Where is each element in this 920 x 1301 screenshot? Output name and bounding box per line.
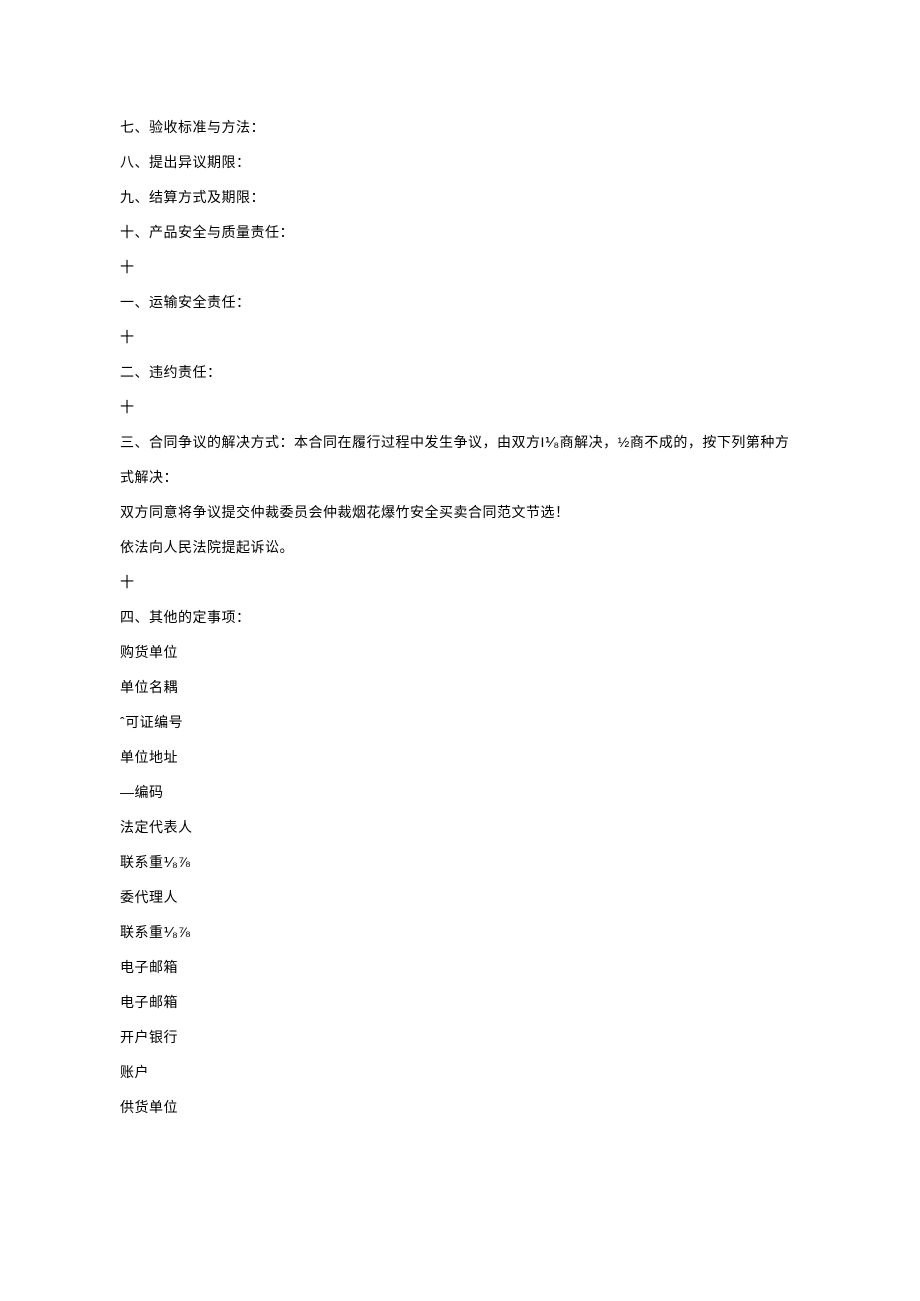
text-line: 十 xyxy=(120,390,800,425)
text-line: 七、验收标准与方法： xyxy=(120,110,800,145)
text-line: 电子邮箱 xyxy=(120,950,800,985)
text-line: 开户银行 xyxy=(120,1020,800,1055)
text-line: 供货单位 xyxy=(120,1090,800,1125)
text-line: 九、结算方式及期限： xyxy=(120,180,800,215)
text-line: 二、违约责任： xyxy=(120,355,800,390)
text-line: 法定代表人 xyxy=(120,810,800,845)
text-line: 联系重⅟₈⅞ xyxy=(120,845,800,880)
text-line: 十 xyxy=(120,320,800,355)
text-line: 三、合同争议的解决方式：本合同在履行过程中发生争议，由双方I⅟₈商解决，½商不成… xyxy=(120,425,800,495)
text-line: 十、产品安全与质量责任： xyxy=(120,215,800,250)
text-line: ˆ可证编号 xyxy=(120,705,800,740)
text-line: 联系重⅟₈⅞ xyxy=(120,915,800,950)
text-line: 购货单位 xyxy=(120,635,800,670)
text-line: 委代理人 xyxy=(120,880,800,915)
text-line: 账户 xyxy=(120,1055,800,1090)
text-line: 单位地址 xyxy=(120,740,800,775)
text-line: 依法向人民法院提起诉讼。 xyxy=(120,530,800,565)
text-line: 单位名耦 xyxy=(120,670,800,705)
text-line: —编码 xyxy=(120,775,800,810)
text-line: 四、其他的定事项： xyxy=(120,600,800,635)
text-line: 八、提出异议期限： xyxy=(120,145,800,180)
document-page: 七、验收标准与方法： 八、提出异议期限： 九、结算方式及期限： 十、产品安全与质… xyxy=(0,0,920,1185)
text-line: 一、运输安全责任： xyxy=(120,285,800,320)
text-line: 电子邮箱 xyxy=(120,985,800,1020)
text-line: 十 xyxy=(120,250,800,285)
text-line: 十 xyxy=(120,565,800,600)
text-line: 双方同意将争议提交仲裁委员会仲裁烟花爆竹安全买卖合同范文节选！ xyxy=(120,495,800,530)
